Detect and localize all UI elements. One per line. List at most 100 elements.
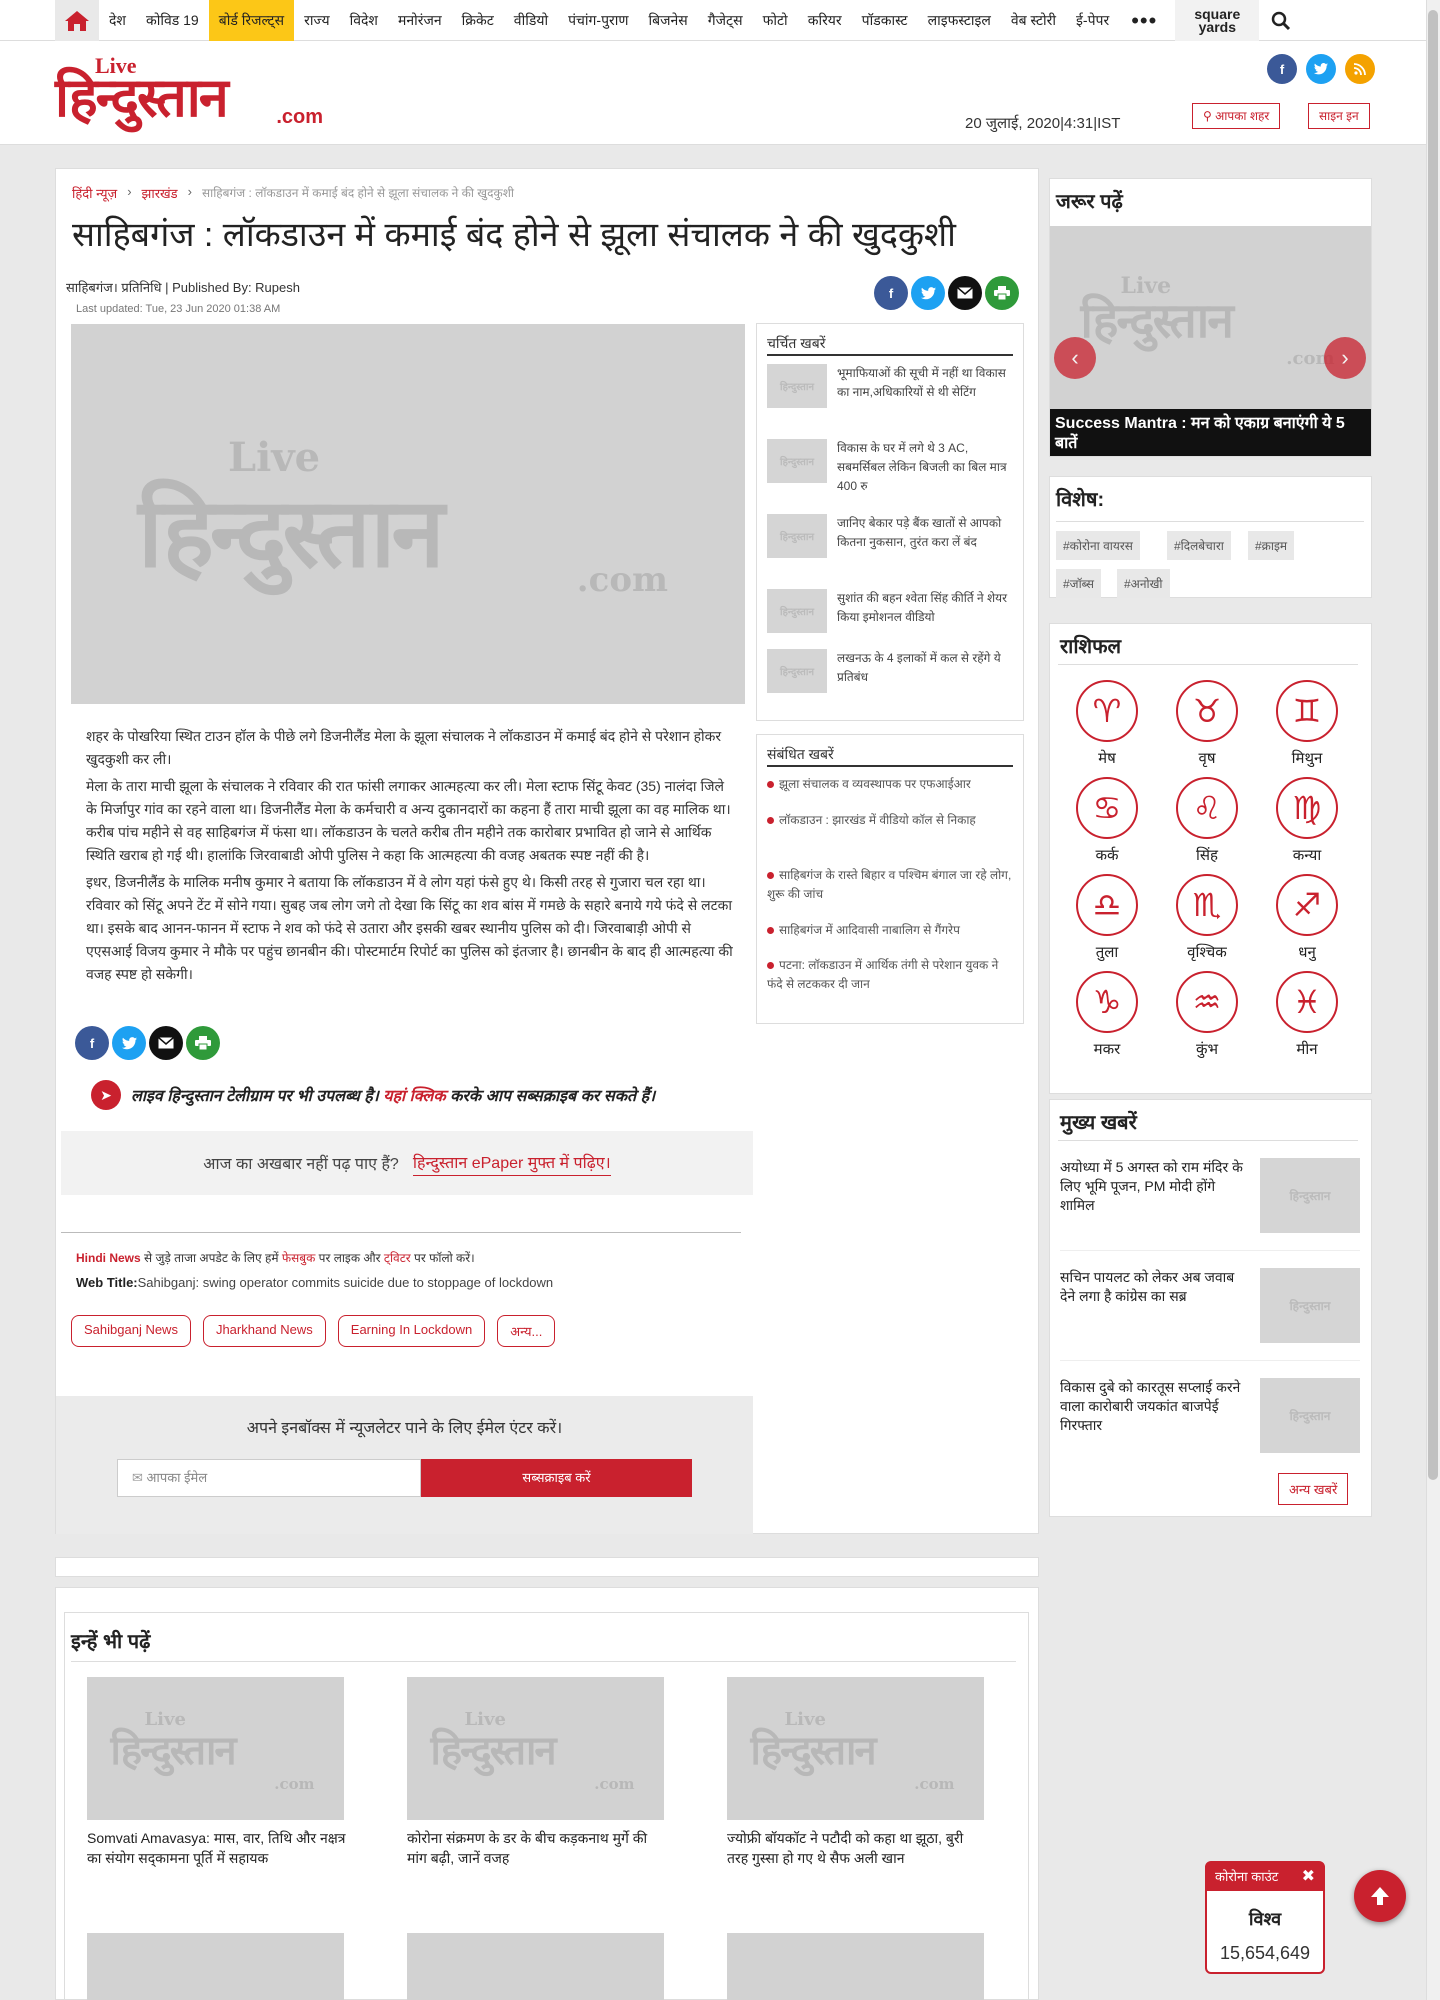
more-news-button[interactable]: अन्य खबरें [1278,1473,1349,1505]
facebook-link[interactable]: फेसबुक [282,1251,315,1265]
carousel-prev-button[interactable]: ‹ [1054,337,1096,379]
home-button[interactable] [55,0,99,41]
logo-com: .com [276,106,323,128]
carousel-next-button[interactable]: › [1324,337,1366,379]
read-also-card[interactable] [407,1933,667,2000]
facebook-share-icon[interactable]: f [75,1026,109,1060]
nav-item[interactable]: बिजनेस [639,0,698,41]
zodiac-sign[interactable]: ♏ वृश्चिक [1167,874,1247,962]
email-share-icon[interactable] [149,1026,183,1060]
epaper-link[interactable]: हिन्दुस्तान ePaper मुफ्त में पढ़िए। [412,1151,611,1176]
zodiac-sign[interactable]: ♒ कुंभ [1167,971,1247,1059]
scrollbar-thumb[interactable] [1428,10,1438,1480]
nav-item[interactable]: देश [99,0,136,41]
tag-pill[interactable]: Jharkhand News [202,1315,326,1347]
zodiac-name: मेष [1098,750,1116,767]
trending-item[interactable]: हिन्दुस्तान जानिए बेकार पड़े बैंक खातों स… [767,514,1017,558]
read-also-card[interactable]: Live हिन्दुस्तान .com कोरोना संक्रमण के … [407,1677,667,1868]
tag-more[interactable]: अन्य... [497,1315,556,1347]
must-read-caption[interactable]: Success Mantra : मन को एकाग्र बनाएंगी ये… [1050,409,1371,456]
read-also-card[interactable]: Live हिन्दुस्तान .com ज्योफ्री बॉयकॉट ने… [727,1677,987,1868]
nav-item[interactable]: पंचांग-पुराण [558,0,638,41]
read-also-card[interactable] [87,1933,347,2000]
search-button[interactable] [1259,0,1303,41]
city-button[interactable]: ⚲ आपका शहर [1192,103,1281,129]
twitter-link[interactable]: ट्विटर [384,1251,411,1265]
twitter-share-icon[interactable] [112,1026,146,1060]
nav-item[interactable]: लाइफस्टाइल [918,0,1001,41]
topic-tag[interactable]: #कोरोना वायरस [1056,531,1140,560]
nav-item[interactable]: विदेश [340,0,388,41]
zodiac-icon: ♌ [1176,777,1238,839]
trending-item[interactable]: हिन्दुस्तान भूमाफियाओं की सूची में नहीं थ… [767,364,1017,408]
must-read-title: जरूर पढ़ें [1056,191,1123,213]
read-also-card[interactable]: Live हिन्दुस्तान .com Somvati Amavasya: … [87,1677,347,1868]
signin-button[interactable]: साइन इन [1308,103,1370,129]
square-yards-logo[interactable]: square yards [1175,0,1260,41]
zodiac-sign[interactable]: ♎ तुला [1067,874,1147,962]
read-also-card[interactable] [727,1933,987,2000]
rss-icon[interactable] [1345,54,1375,84]
facebook-share-icon[interactable]: f [874,276,908,310]
zodiac-sign[interactable]: ♋ कर्क [1067,777,1147,865]
related-item[interactable]: झूला संचालक व व्यवस्थापक पर एफआईआर [767,775,1017,794]
subscribe-button[interactable]: सब्सक्राइब करें [421,1459,692,1497]
email-share-icon[interactable] [948,276,982,310]
trending-item[interactable]: हिन्दुस्तान सुशांत की बहन श्वेता सिंह कीर… [767,589,1017,633]
zodiac-icon: ♐ [1276,874,1338,936]
telegram-link[interactable]: यहां क्लिक [383,1088,445,1105]
zodiac-name: तुला [1095,944,1119,961]
related-item[interactable]: साहिबगंज के रास्ते बिहार व पश्चिम बंगाल … [767,866,1017,904]
scroll-to-top-button[interactable] [1354,1870,1406,1922]
zodiac-sign[interactable]: ♓ मीन [1267,971,1347,1059]
print-icon[interactable] [985,276,1019,310]
nav-item[interactable]: पॉडकास्ट [852,0,918,41]
email-input[interactable]: ✉ आपका ईमेल [117,1459,421,1497]
article-container: हिंदी न्यूज़ › झारखंड › साहिबगंज : लॉकडा… [55,168,1039,1534]
breadcrumb-home[interactable]: हिंदी न्यूज़ [72,184,117,202]
trending-item[interactable]: हिन्दुस्तान विकास के घर में लगे थे 3 AC, … [767,439,1017,496]
related-item-text: लॉकडाउन : झारखंड में वीडियो कॉल से निकाह [779,813,976,827]
zodiac-sign[interactable]: ♌ सिंह [1167,777,1247,865]
more-menu-button[interactable]: ••• [1119,0,1169,41]
topic-tag[interactable]: #दिलबेचारा [1167,531,1231,560]
breadcrumb-state[interactable]: झारखंड [142,184,178,202]
nav-item[interactable]: करियर [798,0,852,41]
twitter-share-icon[interactable] [911,276,945,310]
related-item[interactable]: पटना: लॉकडाउन में आर्थिक तंगी से परेशान … [767,956,1017,994]
twitter-icon[interactable] [1306,54,1336,84]
nav-item[interactable]: बोर्ड रिजल्ट्स [208,0,295,41]
zodiac-sign[interactable]: ♈ मेष [1067,680,1147,768]
nav-item[interactable]: मनोरंजन [388,0,452,41]
nav-item[interactable]: राज्य [294,0,339,41]
epaper-question: आज का अखबार नहीं पढ़ पाए हैं? [203,1156,399,1173]
topic-tag[interactable]: #अनोखी [1117,569,1170,598]
zodiac-sign[interactable]: ♐ धनु [1267,874,1347,962]
divider [1058,1140,1358,1141]
tag-pill[interactable]: Sahibganj News [71,1315,191,1347]
facebook-icon[interactable]: f [1267,54,1297,84]
nav-item[interactable]: कोविड 19 [136,0,209,41]
read-also-image [407,1933,664,2000]
print-icon[interactable] [186,1026,220,1060]
nav-item[interactable]: फोटो [753,0,798,41]
close-icon[interactable]: ✖ [1302,1863,1315,1891]
nav-item[interactable]: वीडियो [504,0,558,41]
nav-item[interactable]: क्रिकेट [452,0,504,41]
zodiac-sign[interactable]: ♉ वृष [1167,680,1247,768]
trending-item[interactable]: हिन्दुस्तान लखनऊ के 4 इलाकों में कल से रह… [767,649,1017,693]
related-item[interactable]: लॉकडाउन : झारखंड में वीडियो कॉल से निकाह [767,811,1017,830]
topic-tag[interactable]: #जॉब्स [1056,569,1101,598]
zodiac-sign[interactable]: ♊ मिथुन [1267,680,1347,768]
tag-pill[interactable]: Earning In Lockdown [337,1315,486,1347]
nav-item[interactable]: गैजेट्स [698,0,753,41]
site-logo[interactable]: Live हिन्दुस्तान .com [55,53,327,131]
nav-item[interactable]: वेब स्टोरी [1001,0,1066,41]
related-item[interactable]: साहिबगंज में आदिवासी नाबालिग से गैंगरेप [767,921,1017,940]
nav-item[interactable]: ई-पेपर [1066,0,1119,41]
topic-tag[interactable]: #क्राइम [1248,531,1295,560]
hindi-news-link[interactable]: Hindi News [76,1251,141,1265]
zodiac-sign[interactable]: ♑ मकर [1067,971,1147,1059]
zodiac-sign[interactable]: ♍ कन्या [1267,777,1347,865]
must-read-slide-image[interactable]: Live हिन्दुस्तान .com [1050,226,1371,409]
